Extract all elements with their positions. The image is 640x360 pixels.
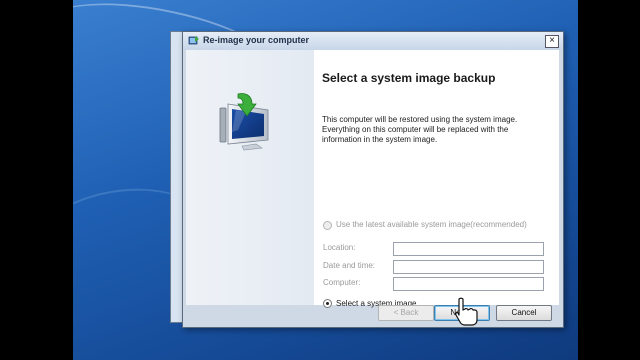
cancel-button[interactable]: Cancel xyxy=(496,305,552,321)
location-field[interactable] xyxy=(393,242,544,256)
title-bar[interactable]: Re-image your computer × xyxy=(183,32,563,50)
latest-image-label: Use the latest available system image(re… xyxy=(336,220,527,229)
computer-field[interactable] xyxy=(393,277,544,291)
page-heading: Select a system image backup xyxy=(322,71,496,85)
description-line: This computer will be restored using the… xyxy=(322,115,518,124)
page-description: This computer will be restored using the… xyxy=(322,115,537,145)
computer-label: Computer: xyxy=(323,278,361,287)
location-label: Location: xyxy=(323,243,356,252)
window-title: Re-image your computer xyxy=(203,35,310,45)
monitor-with-green-arrow-icon xyxy=(219,93,269,151)
description-line: Everything on this computer will be repl… xyxy=(322,125,509,134)
backup-restore-icon xyxy=(188,36,199,45)
wizard-side-panel xyxy=(186,50,314,305)
dialog-content: Select a system image backup This comput… xyxy=(186,50,559,308)
close-button[interactable]: × xyxy=(545,35,559,48)
latest-image-radio[interactable] xyxy=(323,221,332,230)
date-time-label: Date and time: xyxy=(323,261,376,270)
hand-pointer-icon xyxy=(455,297,478,326)
reimage-dialog: Re-image your computer × Select a system… xyxy=(182,31,564,328)
button-bar: < Back Next > Cancel xyxy=(186,305,559,324)
date-time-field[interactable] xyxy=(393,260,544,274)
description-line: information in the system image. xyxy=(322,135,438,144)
back-button[interactable]: < Back xyxy=(378,305,434,321)
